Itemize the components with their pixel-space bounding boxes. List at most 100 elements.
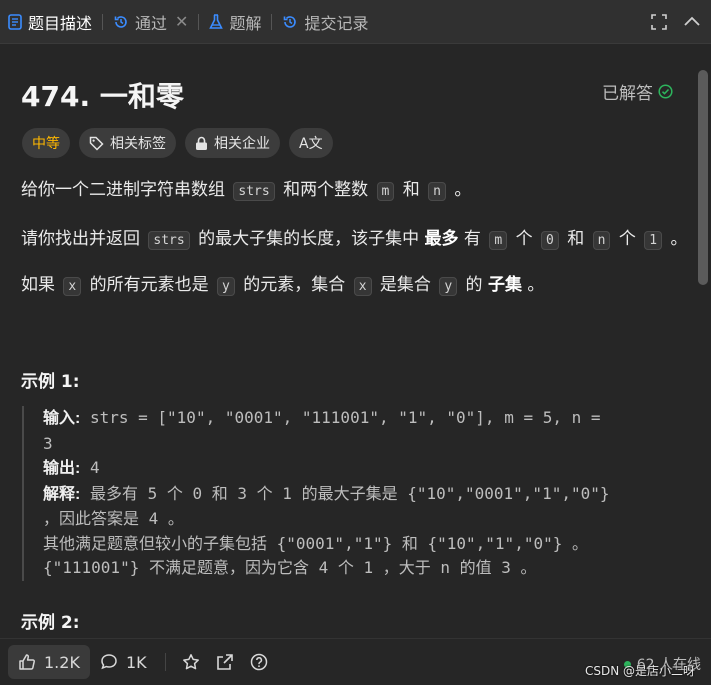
tab-description[interactable]: 题目描述 xyxy=(0,0,100,44)
inline-code: 1 xyxy=(644,231,663,250)
scrollbar-thumb[interactable] xyxy=(698,70,708,285)
watermark: CSDN @是店小二呀 xyxy=(585,664,696,678)
text: 有 xyxy=(458,229,487,249)
example-output-line: 输出: 4 xyxy=(43,456,672,482)
inline-code: strs xyxy=(233,182,275,201)
text: 。 xyxy=(449,180,472,200)
inline-code: strs xyxy=(148,231,190,250)
text: 的 xyxy=(460,275,488,295)
thumbs-up-icon xyxy=(19,654,35,670)
share-icon xyxy=(216,654,233,670)
lock-icon xyxy=(196,136,207,150)
inline-code: m xyxy=(489,231,508,250)
text: 给你一个二进制字符串数组 xyxy=(21,180,231,200)
footer-divider xyxy=(164,653,166,671)
tab-bar: 题目描述 通过 ✕ 题解 提交记录 xyxy=(0,0,711,44)
translate-button[interactable]: A文 xyxy=(289,128,333,158)
example-explanation-line: 解释: 最多有 5 个 0 和 3 个 1 的最大子集是 {"10","0001… xyxy=(43,482,672,508)
inline-code: n xyxy=(428,182,446,201)
favorite-button[interactable] xyxy=(174,645,208,679)
text: 个 xyxy=(613,229,642,249)
inline-code: y xyxy=(439,277,458,296)
comments-button[interactable]: 1K xyxy=(90,645,157,679)
tab-solutions[interactable]: 题解 xyxy=(201,0,269,44)
tab-submissions-label: 提交记录 xyxy=(304,13,369,33)
tab-divider xyxy=(198,13,200,30)
example-input-line: 输入: strs = ["10", "0001", "111001", "1",… xyxy=(43,406,672,432)
comment-count: 1K xyxy=(125,652,147,672)
text: 请你找出并返回 xyxy=(21,229,146,249)
inline-code: y xyxy=(217,277,235,296)
star-icon xyxy=(182,654,199,670)
related-tags-button[interactable]: 相关标签 xyxy=(79,128,176,158)
related-companies-label: 相关企业 xyxy=(214,136,270,152)
description-paragraph: 给你一个二进制字符串数组 strs 和两个整数 m 和 n 。 xyxy=(21,177,471,205)
text: 的元素，集合 xyxy=(237,275,351,295)
example-1-heading: 示例 1: xyxy=(21,372,80,392)
tag-icon xyxy=(89,136,104,151)
text: 。 xyxy=(521,275,545,295)
text: 的所有元素也是 xyxy=(84,275,215,295)
tab-divider xyxy=(271,13,273,30)
solved-label: 已解答 xyxy=(602,84,653,104)
explanation-text: 最多有 5 个 0 和 3 个 1 的最大子集是 {"10","0001","1… xyxy=(80,483,610,503)
bold-text: 最多 xyxy=(424,229,459,249)
check-circle-icon xyxy=(658,84,673,99)
text: 是集合 xyxy=(374,275,437,295)
close-icon[interactable]: ✕ xyxy=(175,12,188,31)
fullscreen-icon[interactable] xyxy=(651,14,667,30)
explanation-label: 解释: xyxy=(43,485,81,503)
like-button[interactable]: 1.2K xyxy=(8,645,90,679)
description-paragraph: 请你找出并返回 strs 的最大子集的长度，该子集中 最多 有 m 个 0 和 … xyxy=(21,226,688,254)
text: 和 xyxy=(397,180,426,200)
inline-code: n xyxy=(592,231,611,250)
history-icon xyxy=(284,15,297,28)
inline-code: x xyxy=(353,277,372,296)
tab-divider xyxy=(102,13,104,30)
tab-accepted-label: 通过 xyxy=(135,13,168,33)
example-2-heading: 示例 2: xyxy=(21,613,80,633)
text: 和两个整数 xyxy=(277,180,374,200)
like-count: 1.2K xyxy=(44,652,80,672)
share-button[interactable] xyxy=(208,645,242,679)
page-title: 474. 一和零 xyxy=(21,80,184,113)
related-companies-button[interactable]: 相关企业 xyxy=(185,128,280,158)
example-1-block: 输入: strs = ["10", "0001", "111001", "1",… xyxy=(22,406,672,581)
description-paragraph: 如果 x 的所有元素也是 y 的元素，集合 x 是集合 y 的 子集 。 xyxy=(21,272,544,300)
bold-text: 子集 xyxy=(487,275,522,295)
inline-code: m xyxy=(376,182,395,201)
example-explanation-line: 其他满足题意但较小的子集包括 {"0001","1"} 和 {"10","1",… xyxy=(43,533,588,553)
tab-description-label: 题目描述 xyxy=(28,13,93,33)
chevron-up-icon[interactable] xyxy=(683,14,701,30)
problem-description-panel: 474. 一和零 已解答 中等 相关标签 相关企业 A文 给你一个二进制字符串数… xyxy=(0,44,695,638)
text: 如果 xyxy=(21,275,61,295)
tab-submissions[interactable]: 提交记录 xyxy=(274,0,376,44)
document-icon xyxy=(8,13,22,30)
history-icon xyxy=(114,15,127,28)
inline-code: 0 xyxy=(540,231,559,250)
tab-solutions-label: 题解 xyxy=(229,13,262,33)
example-explanation-line: {"111001"} 不满足题意，因为它含 4 个 1 ，大于 n 的值 3 。 xyxy=(43,558,537,577)
example-input-continuation: 3 xyxy=(43,433,53,453)
text: 的最大子集的长度，该子集中 xyxy=(192,229,425,249)
flask-icon xyxy=(209,13,224,29)
related-tags-label: 相关标签 xyxy=(110,136,166,152)
solved-status: 已解答 xyxy=(602,79,673,104)
input-value: strs = ["10", "0001", "111001", "1", "0"… xyxy=(80,408,601,427)
input-label: 输入: xyxy=(43,410,81,427)
text: 和 xyxy=(561,229,590,249)
output-label: 输出: xyxy=(43,460,81,477)
comment-icon xyxy=(101,654,117,670)
difficulty-badge[interactable]: 中等 xyxy=(22,128,70,158)
text: 个 xyxy=(510,229,538,249)
inline-code: x xyxy=(63,277,82,296)
help-button[interactable] xyxy=(242,645,276,679)
example-explanation-line: ，因此答案是 4 。 xyxy=(43,509,184,528)
text: 。 xyxy=(665,229,688,249)
tag-row: 中等 相关标签 相关企业 A文 xyxy=(22,128,333,158)
question-icon xyxy=(250,653,267,671)
scrollbar[interactable] xyxy=(695,44,711,638)
tab-accepted[interactable]: 通过 ✕ xyxy=(105,0,196,44)
output-value: 4 xyxy=(80,458,100,477)
tab-bar-actions xyxy=(651,0,701,44)
